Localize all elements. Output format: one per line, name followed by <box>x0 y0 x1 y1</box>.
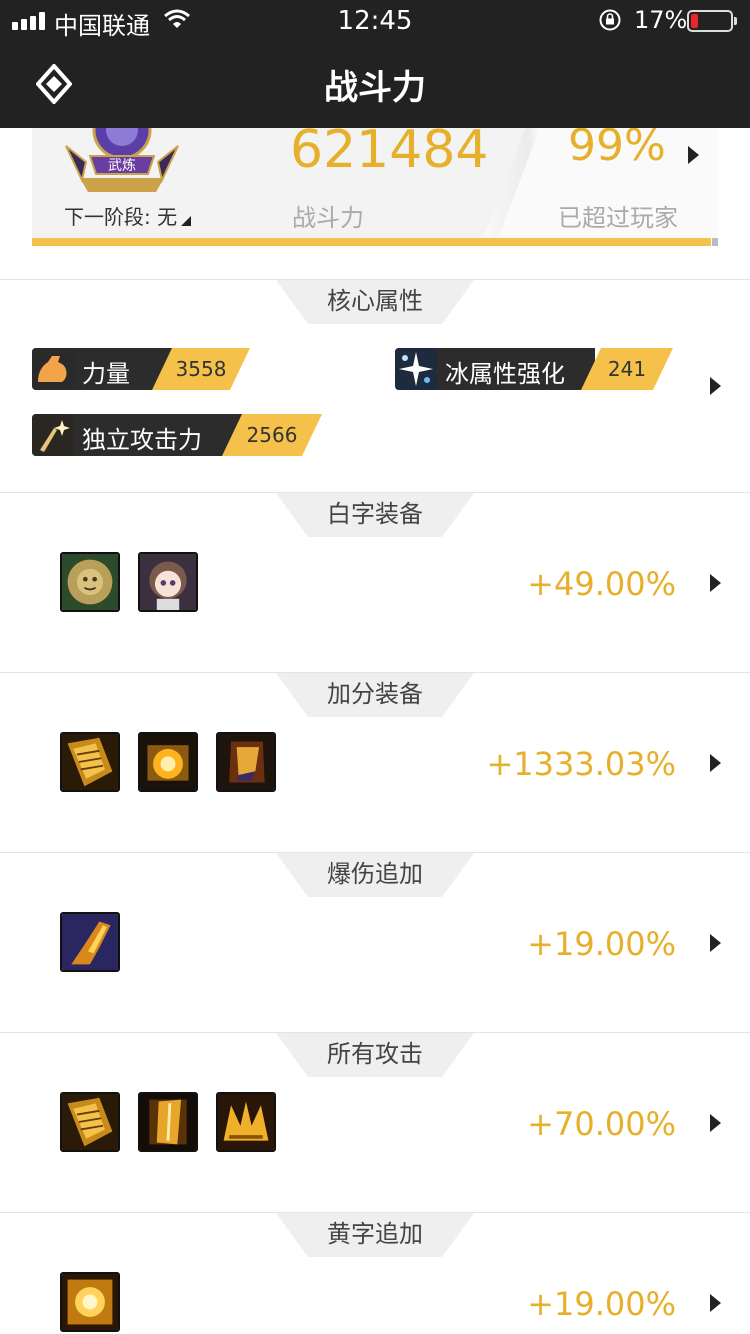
attr-chip-ice: 冰属性强化 241 <box>395 348 673 390</box>
section-title: 爆伤追加 <box>276 853 474 897</box>
battery-percent: 17% <box>634 6 688 34</box>
chevron-right-icon[interactable] <box>710 377 721 395</box>
battery-icon <box>687 10 737 32</box>
power-summary-card[interactable]: 武炼 下一阶段: 无 621484 战斗力 99% 已超过玩家 <box>32 128 718 246</box>
percentile-label: 已超过玩家 <box>558 204 678 232</box>
lion-emblem-icon <box>60 552 120 612</box>
gold-box-icon <box>60 1272 120 1332</box>
doll-avatar-icon <box>138 552 198 612</box>
attr-name: 冰属性强化 <box>445 360 565 388</box>
chevron-right-icon[interactable] <box>688 146 699 164</box>
attr-name: 独立攻击力 <box>82 426 202 454</box>
gold-armor-icon <box>60 732 120 792</box>
section-title: 加分装备 <box>276 673 474 717</box>
gold-crown-icon <box>216 1092 276 1152</box>
page-title: 战斗力 <box>324 68 426 108</box>
top-bar: 中国联通 12:45 17% 战斗力 <box>0 0 750 128</box>
gold-bracer-icon <box>216 732 276 792</box>
emblem-text: 武炼 <box>108 158 136 174</box>
attr-chip-strength: 力量 3558 <box>32 348 250 390</box>
ice-sparkle-icon <box>395 348 437 390</box>
section-all-attack[interactable]: 所有攻击 +70.00% <box>0 1032 750 1212</box>
chevron-right-icon[interactable] <box>710 754 721 772</box>
section-title: 所有攻击 <box>276 1033 474 1077</box>
section-title: 核心属性 <box>276 280 474 324</box>
next-stage-text: 下一阶段: 无 <box>64 205 178 229</box>
core-attributes-section[interactable]: 核心属性 力量 3558 冰属性强化 241 独立攻击力 2566 <box>0 279 750 492</box>
flexed-arm-icon <box>32 348 74 390</box>
gold-book-icon <box>138 1092 198 1152</box>
chevron-right-icon[interactable] <box>710 1114 721 1132</box>
bonus-value: +1333.03% <box>486 745 676 783</box>
status-bar: 中国联通 12:45 17% <box>0 0 750 42</box>
rank-emblem-icon: 武炼 <box>65 128 179 192</box>
section-white-equipment[interactable]: 白字装备 +49.00% <box>0 492 750 672</box>
boot-item-icon <box>60 912 120 972</box>
section-title: 黄字追加 <box>276 1213 474 1257</box>
chevron-right-icon[interactable] <box>710 934 721 952</box>
section-yellow-stat[interactable]: 黄字追加 +19.00% <box>0 1212 750 1334</box>
attr-chip-independent-attack: 独立攻击力 2566 <box>32 414 322 456</box>
section-crit-damage[interactable]: 爆伤追加 +19.00% <box>0 852 750 1032</box>
bonus-value: +70.00% <box>527 1105 676 1143</box>
bonus-value: +49.00% <box>527 565 676 603</box>
power-progress-bar <box>32 238 718 246</box>
progress-remainder <box>712 238 718 246</box>
attr-name: 力量 <box>82 360 130 388</box>
bonus-value: +19.00% <box>527 925 676 963</box>
orientation-lock-icon <box>599 9 621 31</box>
power-value: 621484 <box>290 128 489 180</box>
progress-fill <box>32 238 712 246</box>
power-label: 战斗力 <box>292 204 364 232</box>
gold-armor-icon <box>60 1092 120 1152</box>
gold-chest-icon <box>138 732 198 792</box>
chevron-right-icon[interactable] <box>710 1294 721 1312</box>
next-stage-label[interactable]: 下一阶段: 无 <box>64 201 192 230</box>
section-title: 白字装备 <box>276 493 474 537</box>
section-bonus-equipment[interactable]: 加分装备 +1333.03% <box>0 672 750 852</box>
bonus-value: +19.00% <box>527 1285 676 1323</box>
corner-triangle-icon <box>181 216 192 226</box>
percentile-value: 99% <box>568 128 666 171</box>
sword-sparkle-icon <box>32 414 74 456</box>
chevron-right-icon[interactable] <box>710 574 721 592</box>
